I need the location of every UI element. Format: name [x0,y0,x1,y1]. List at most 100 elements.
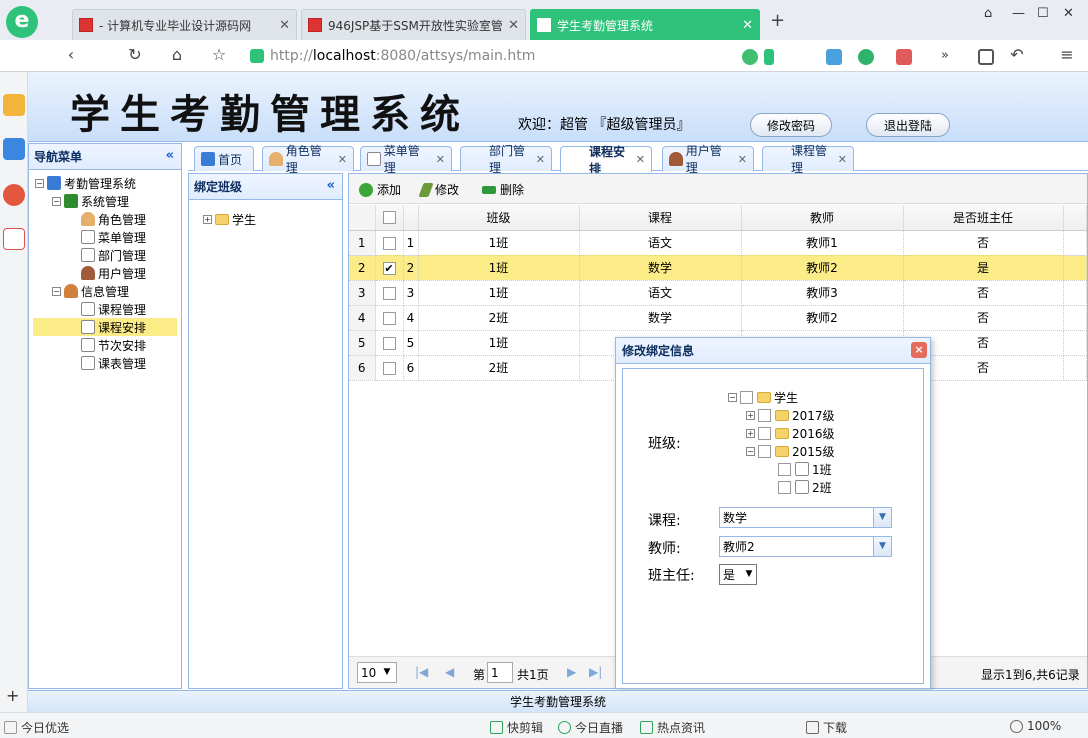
menu-icon[interactable]: ≡ [1056,45,1078,64]
tree-item-department[interactable]: 部门管理 [81,246,146,264]
tree-item-timetable[interactable]: 课表管理 [81,354,146,372]
table-row[interactable]: 1 1 1班 语文 教师1 否 [349,230,1087,256]
tree-item-course[interactable]: 课程管理 [81,300,146,318]
row-checkbox-cell[interactable] [375,280,404,306]
edit-button[interactable]: 修改 [418,181,459,198]
url-field[interactable]: http://localhost:8080/attsys/main.htm [250,45,730,67]
hot-news-link[interactable]: 热点资讯 [640,719,705,736]
tree-checkbox[interactable] [740,390,753,404]
row-checkbox-cell[interactable] [375,330,404,356]
table-row[interactable]: 2 ✔ 2 1班 数学 教师2 是 [349,255,1087,281]
download-link[interactable]: 下载 [806,719,847,736]
side-add-icon[interactable]: + [6,686,19,705]
tab-course-schedule[interactable]: 课程安排 ✕ [560,145,652,176]
last-page-icon[interactable]: ▶| [589,665,602,679]
tab-home[interactable]: 首页 [194,146,254,171]
close-dialog-icon[interactable]: × [911,342,927,358]
class-tree-root[interactable]: − 学生 [728,388,798,406]
close-tab-icon[interactable]: ✕ [636,153,645,166]
tree-node-system[interactable]: − 系统管理 [52,192,129,210]
side-bookmark-icon[interactable] [3,94,25,116]
browser-tab-2[interactable]: 946JSP基于SSM开放性实验室管 ✕ [301,9,526,40]
collapse-node-icon[interactable]: − [746,446,755,456]
back-icon[interactable]: ‹ [60,45,82,64]
page-size-select[interactable]: 10 ▼ [357,662,397,683]
expand-node-icon[interactable]: + [203,214,212,224]
teacher-select[interactable]: 教师2 ▼ [719,536,892,557]
row-checkbox[interactable] [382,236,396,250]
live-link[interactable]: 今日直播 [558,719,623,736]
tree-item-course-schedule[interactable]: 课程安排 [33,318,177,336]
tree-checkbox[interactable] [758,408,771,422]
tab-user[interactable]: 用户管理 ✕ [662,144,754,175]
expand-node-icon[interactable]: + [746,428,755,438]
tree-checkbox[interactable] [758,426,771,440]
tab-menu[interactable]: 菜单管理 ✕ [360,144,452,175]
coupon-icon[interactable] [858,49,874,65]
select-all-checkbox-cell[interactable] [375,205,404,231]
collapse-bind-panel-icon[interactable]: « [327,178,335,193]
extension-icon[interactable] [742,49,758,65]
class-tree-grade-2015[interactable]: −2015级 [746,442,835,460]
close-tab-icon[interactable]: ✕ [436,153,445,166]
more-extensions-icon[interactable]: » [934,48,956,63]
refresh-icon[interactable]: ↻ [124,45,146,64]
row-checkbox[interactable] [382,336,396,350]
column-header-course[interactable]: 课程 [579,205,742,231]
tree-item-period[interactable]: 节次安排 [81,336,146,354]
row-checkbox[interactable] [382,311,396,325]
row-checkbox-cell[interactable]: ✔ [375,255,404,281]
new-tab-button[interactable]: + [770,10,785,31]
select-all-checkbox[interactable] [382,211,396,225]
head-teacher-select[interactable]: 是 ▼ [719,564,757,585]
table-row[interactable]: 3 3 1班 语文 教师3 否 [349,280,1087,306]
logout-button[interactable]: 退出登陆 [866,113,950,137]
zoom-level[interactable]: 100% [1010,719,1061,733]
class-tree-grade-2016[interactable]: +2016级 [746,424,835,442]
close-tab-icon[interactable]: ✕ [536,153,545,166]
tab-role[interactable]: 角色管理 ✕ [262,144,354,175]
browser-tab-3[interactable]: 学生考勤管理系统 ✕ [530,9,760,40]
close-tab-icon[interactable]: ✕ [508,18,519,33]
reader-icon[interactable] [978,49,994,65]
collapse-node-icon[interactable]: − [52,196,61,206]
class-tree-grade-2017[interactable]: +2017级 [746,406,835,424]
column-header-class[interactable]: 班级 [418,205,580,231]
change-password-button[interactable]: 修改密码 [750,113,832,137]
first-page-icon[interactable]: |◀ [415,665,428,679]
side-list-icon[interactable] [3,138,25,160]
quick-edit-link[interactable]: 快剪辑 [490,719,543,736]
close-window-icon[interactable]: ✕ [1063,6,1074,21]
collapse-nav-icon[interactable]: « [166,148,174,163]
close-tab-icon[interactable]: ✕ [279,18,290,33]
side-weibo-icon[interactable] [3,184,25,206]
row-checkbox[interactable] [382,361,396,375]
tree-item-menu[interactable]: 菜单管理 [81,228,146,246]
collapse-node-icon[interactable]: − [35,178,44,188]
browser-tab-1[interactable]: - 计算机专业毕业设计源码网 ✕ [72,9,297,40]
tab-course[interactable]: 课程管理 ✕ [762,144,854,175]
class-tree-class-1[interactable]: 1班 [778,460,832,478]
tree-item-role[interactable]: 角色管理 [81,210,146,228]
close-tab-icon[interactable]: ✕ [338,153,347,166]
collapse-node-icon[interactable]: − [728,392,737,402]
delete-button[interactable]: 删除 [482,181,524,198]
class-tree-class-2[interactable]: 2班 [778,478,832,496]
column-header-teacher[interactable]: 教师 [741,205,904,231]
translate-icon[interactable] [826,49,842,65]
undo-icon[interactable]: ↶ [1006,45,1028,64]
prev-page-icon[interactable]: ◀ [445,665,454,679]
close-tab-icon[interactable]: ✕ [838,153,847,166]
tree-checkbox[interactable] [758,444,771,458]
tree-root-student[interactable]: + 学生 [203,210,256,228]
tree-item-user[interactable]: 用户管理 [81,264,146,282]
page-number-input[interactable]: 1 [487,662,513,683]
adblock-icon[interactable] [896,49,912,65]
row-checkbox-cell[interactable] [375,305,404,331]
close-tab-icon[interactable]: ✕ [742,18,753,33]
tree-node-info[interactable]: − 信息管理 [52,282,129,300]
favorite-star-icon[interactable]: ☆ [208,45,230,64]
maximize-icon[interactable]: ☐ [1037,6,1049,21]
tree-checkbox[interactable] [778,462,791,476]
close-tab-icon[interactable]: ✕ [738,153,747,166]
